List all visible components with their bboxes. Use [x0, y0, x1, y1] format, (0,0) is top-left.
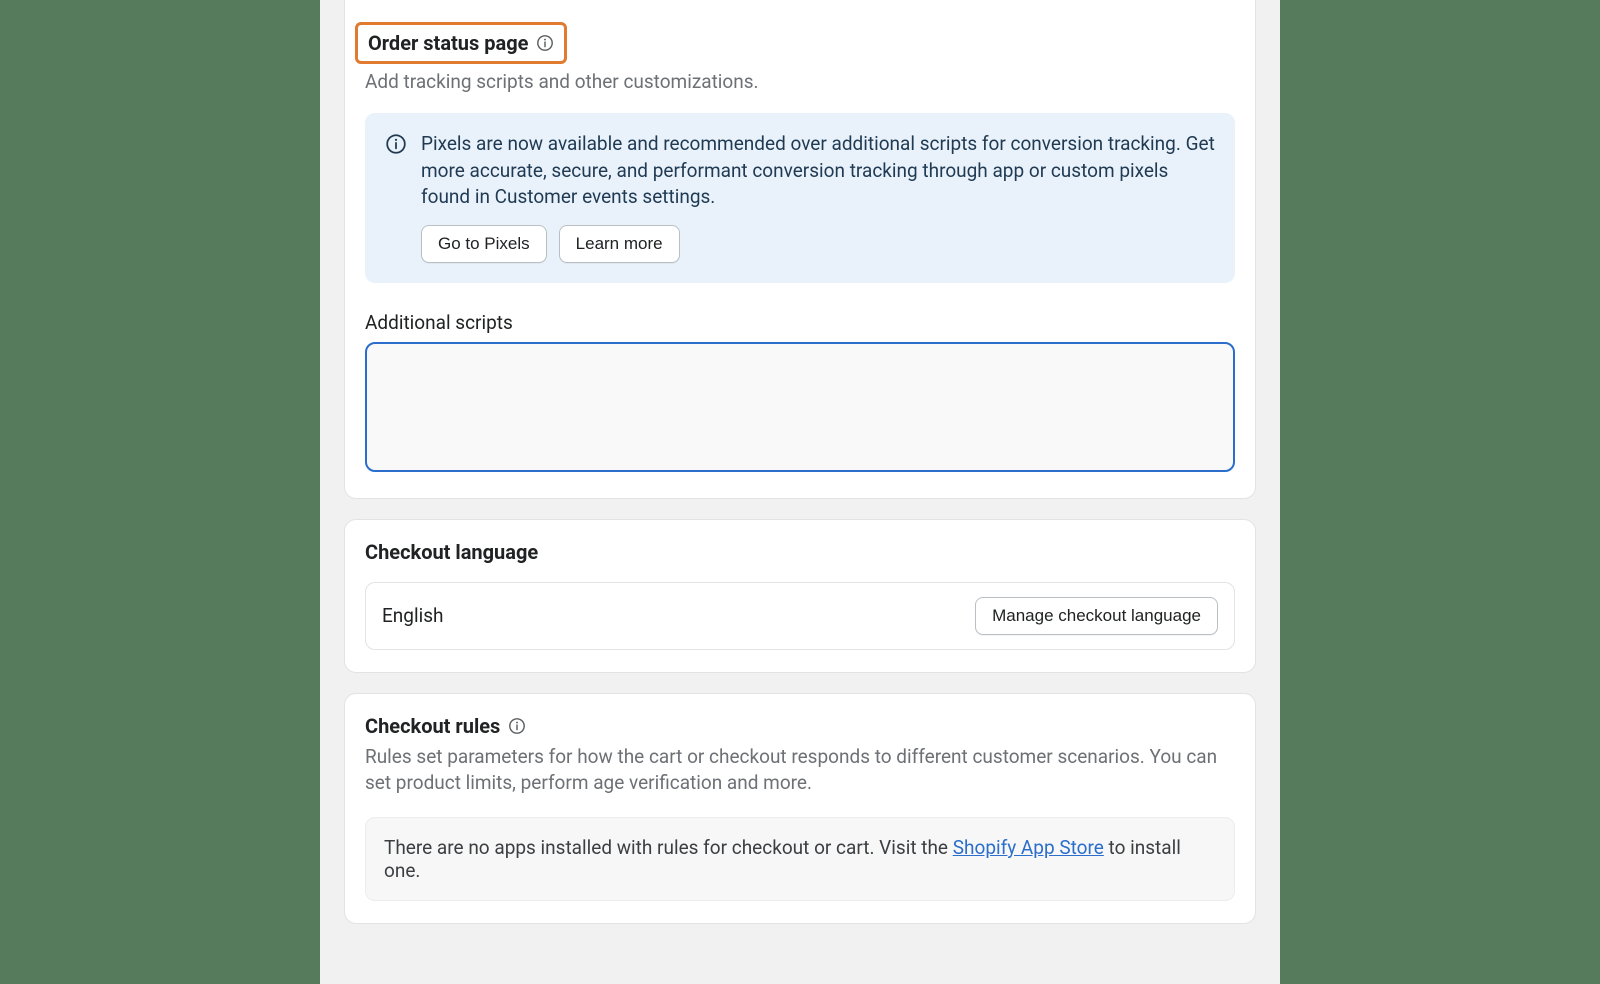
banner-actions: Go to Pixels Learn more: [421, 225, 1215, 263]
checkout-rules-title: Checkout rules: [365, 714, 500, 738]
additional-scripts-input[interactable]: [365, 342, 1235, 472]
order-status-subtitle: Add tracking scripts and other customiza…: [365, 70, 1235, 93]
go-to-pixels-button[interactable]: Go to Pixels: [421, 225, 547, 263]
pixels-info-banner: Pixels are now available and recommended…: [365, 113, 1235, 283]
checkout-rules-empty-state: There are no apps installed with rules f…: [365, 817, 1235, 901]
checkout-rules-card: Checkout rules Rules set parameters for …: [344, 693, 1256, 924]
checkout-language-title: Checkout language: [365, 540, 1235, 564]
settings-column: Order status page Add tracking scripts a…: [320, 0, 1280, 984]
additional-scripts-label: Additional scripts: [365, 311, 1235, 334]
checkout-language-card: Checkout language English Manage checkou…: [344, 519, 1256, 673]
checkout-language-value: English: [382, 604, 443, 627]
checkout-rules-description: Rules set parameters for how the cart or…: [365, 744, 1235, 797]
banner-text: Pixels are now available and recommended…: [421, 131, 1215, 211]
order-status-title: Order status page: [368, 31, 528, 55]
order-status-card: Order status page Add tracking scripts a…: [344, 0, 1256, 499]
empty-state-prefix: There are no apps installed with rules f…: [384, 836, 953, 859]
shopify-app-store-link[interactable]: Shopify App Store: [953, 836, 1104, 859]
info-icon: [385, 133, 407, 155]
info-icon[interactable]: [508, 717, 526, 735]
manage-checkout-language-button[interactable]: Manage checkout language: [975, 597, 1218, 635]
info-icon[interactable]: [536, 34, 554, 52]
checkout-language-row: English Manage checkout language: [365, 582, 1235, 650]
checkout-rules-title-row: Checkout rules: [365, 714, 1235, 738]
learn-more-button[interactable]: Learn more: [559, 225, 680, 263]
order-status-title-highlight: Order status page: [355, 22, 567, 64]
banner-body: Pixels are now available and recommended…: [421, 131, 1215, 263]
